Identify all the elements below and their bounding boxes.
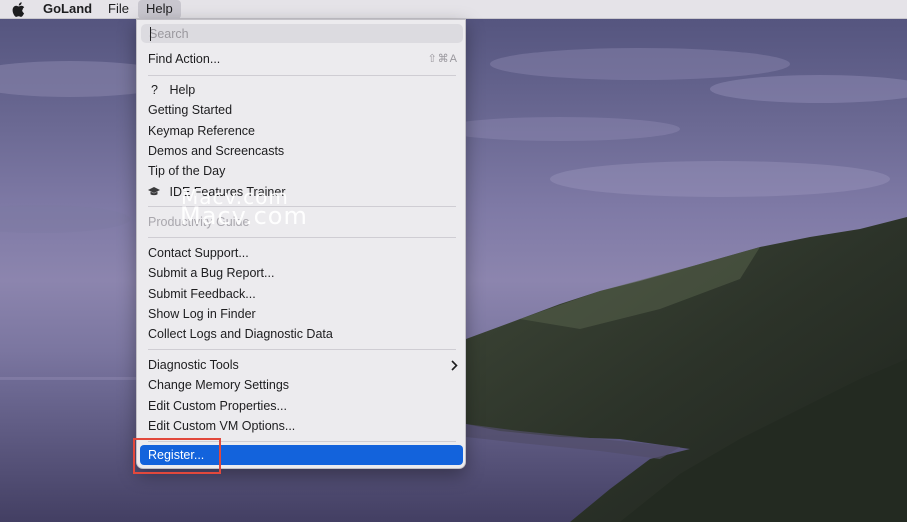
menu-item-edit-properties[interactable]: Edit Custom Properties...	[148, 396, 458, 416]
menu-item-submit-bug[interactable]: Submit a Bug Report...	[148, 263, 458, 283]
menu-item-tip-of-day[interactable]: Tip of the Day	[148, 161, 458, 181]
separator	[148, 206, 456, 207]
highlight-box	[133, 438, 221, 474]
chevron-right-icon	[451, 360, 458, 371]
app-name-menu[interactable]: GoLand	[35, 0, 100, 19]
menu-item-find-action[interactable]: Find Action... ⇧⌘A	[148, 49, 458, 69]
separator	[148, 349, 456, 350]
search-input[interactable]	[149, 25, 449, 42]
apple-menu[interactable]	[6, 0, 38, 19]
separator	[148, 237, 456, 238]
file-menu[interactable]: File	[100, 0, 137, 19]
menu-item-submit-feedback[interactable]: Submit Feedback...	[148, 284, 458, 304]
help-dropdown-menu: Find Action... ⇧⌘A ? Help Getting Starte…	[136, 19, 466, 469]
menu-item-contact-support[interactable]: Contact Support...	[148, 243, 458, 263]
menu-item-keymap-reference[interactable]: Keymap Reference	[148, 121, 458, 141]
find-action-label: Find Action...	[148, 52, 221, 66]
graduation-cap-icon	[148, 182, 166, 202]
menu-item-show-log[interactable]: Show Log in Finder	[148, 304, 458, 324]
menu-item-productivity-guide: Productivity Guide	[148, 215, 250, 229]
apple-logo-icon	[12, 2, 25, 17]
menu-item-diagnostic-tools[interactable]: Diagnostic Tools	[148, 355, 458, 375]
menu-bar: GoLand File Help	[0, 0, 907, 19]
ide-features-trainer-label: IDE Features Trainer	[169, 185, 286, 199]
menu-item-edit-vm-options[interactable]: Edit Custom VM Options...	[148, 416, 458, 436]
diagnostic-tools-label: Diagnostic Tools	[148, 358, 239, 372]
help-menu[interactable]: Help	[138, 0, 181, 19]
menu-item-collect-logs[interactable]: Collect Logs and Diagnostic Data	[148, 324, 458, 344]
find-action-shortcut: ⇧⌘A	[427, 53, 458, 65]
menu-item-getting-started[interactable]: Getting Started	[148, 100, 458, 120]
search-field[interactable]	[141, 24, 463, 43]
menu-item-ide-features-trainer[interactable]: IDE Features Trainer	[148, 182, 458, 202]
question-mark-icon: ?	[151, 83, 158, 97]
text-caret	[150, 27, 151, 41]
menu-item-help[interactable]: ? Help	[148, 80, 458, 100]
help-label: Help	[169, 83, 196, 97]
menu-item-demos[interactable]: Demos and Screencasts	[148, 141, 458, 161]
separator	[148, 75, 456, 76]
menu-item-change-memory[interactable]: Change Memory Settings	[148, 375, 458, 395]
